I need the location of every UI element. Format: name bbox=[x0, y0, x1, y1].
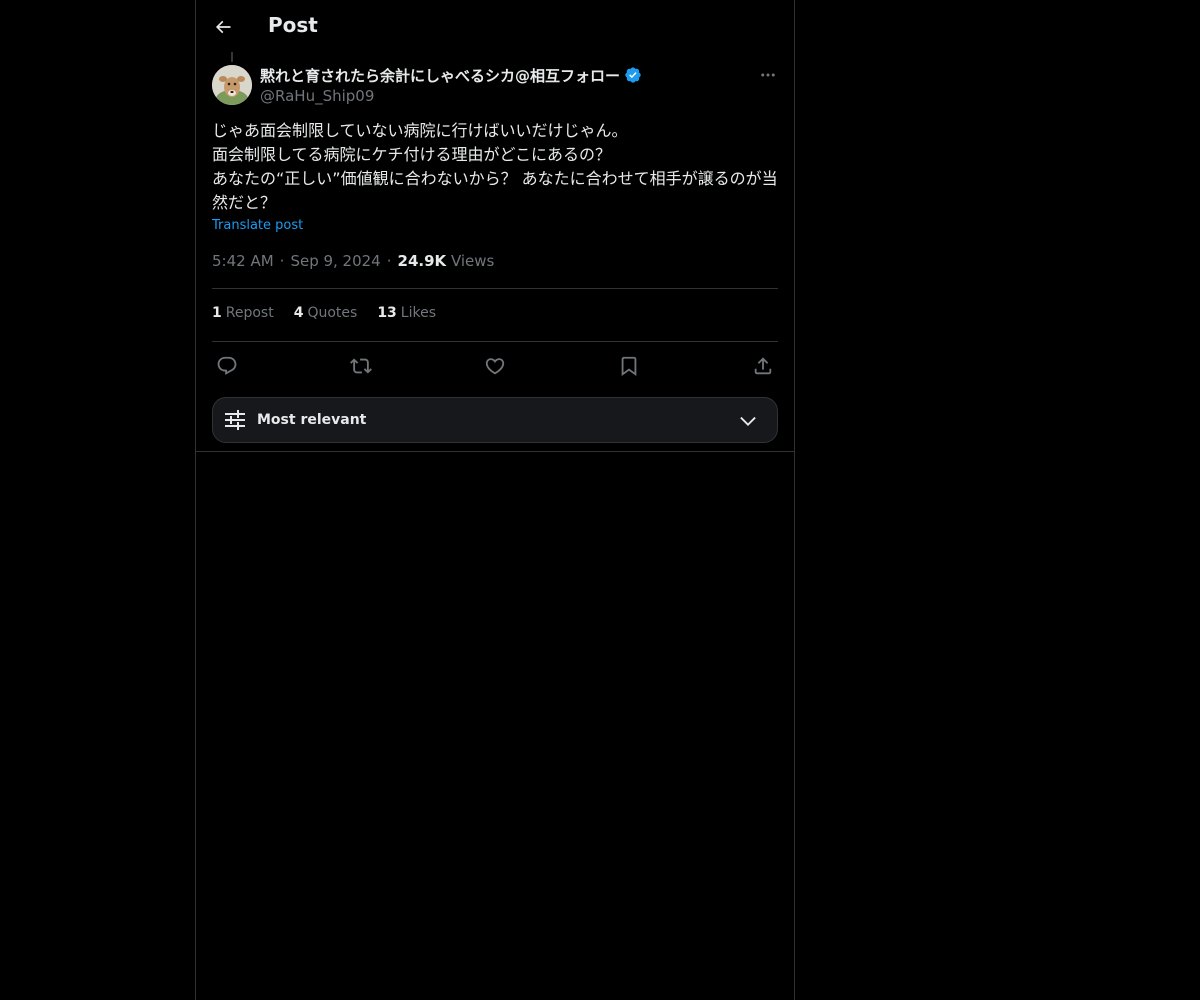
separator: · bbox=[386, 252, 392, 270]
quotes-count: 4 bbox=[293, 305, 304, 321]
likes-stat[interactable]: 13 Likes bbox=[377, 305, 436, 321]
author-info: 黙れと育されたら余計にしゃべるシカ@相互フォロー @RaHu_Ship09 bbox=[260, 64, 730, 106]
reply-button[interactable] bbox=[212, 352, 242, 380]
reposts-label: Repost bbox=[225, 305, 274, 321]
reply-icon bbox=[217, 356, 237, 375]
likes-label: Likes bbox=[400, 305, 437, 321]
views-count: 24.9K bbox=[397, 252, 447, 270]
reposts-count: 1 bbox=[212, 305, 222, 321]
more-horizontal-icon bbox=[761, 73, 775, 77]
divider bbox=[196, 451, 794, 452]
quotes-stat[interactable]: 4 Quotes bbox=[294, 305, 358, 321]
verified-badge-icon[interactable] bbox=[624, 66, 642, 84]
sort-label: Most relevant bbox=[257, 412, 367, 428]
avatar[interactable] bbox=[212, 65, 252, 105]
post-text: じゃあ面会制限していない病院に行けばいいだけじゃん。 面会制限してる病院にケチ付… bbox=[212, 121, 778, 212]
like-icon bbox=[485, 358, 505, 375]
post-time[interactable]: 5:42 AM bbox=[212, 252, 274, 270]
translate-post-link[interactable]: Translate post bbox=[212, 218, 303, 233]
chevron-down-icon bbox=[737, 410, 759, 432]
post-metadata: 5:42 AM · Sep 9, 2024 · 24.9K Views bbox=[212, 252, 494, 270]
share-icon bbox=[754, 357, 772, 375]
arrow-left-icon bbox=[215, 20, 231, 34]
action-bar bbox=[212, 352, 778, 380]
engagement-stats: 1 Repost 4 Quotes 13 Likes bbox=[212, 305, 456, 321]
bookmark-icon bbox=[621, 356, 637, 377]
bookmark-button[interactable] bbox=[614, 352, 644, 380]
reply-sort-dropdown[interactable]: Most relevant bbox=[212, 397, 778, 443]
sliders-icon bbox=[223, 408, 247, 432]
views-label: Views bbox=[450, 252, 495, 270]
repost-button[interactable] bbox=[346, 352, 376, 380]
post-column: Post 黙れと育されたら余計にしゃべるシカ@相互フォロー @RaHu_Ship… bbox=[195, 0, 795, 1000]
page-title: Post bbox=[268, 13, 318, 37]
header: Post bbox=[196, 0, 794, 53]
display-name-row: 黙れと育されたら余計にしゃべるシカ@相互フォロー bbox=[260, 64, 730, 86]
more-options-button[interactable] bbox=[754, 65, 782, 85]
thread-connector bbox=[231, 52, 233, 62]
likes-count: 13 bbox=[377, 305, 397, 321]
reposts-stat[interactable]: 1 Repost bbox=[212, 305, 274, 321]
like-button[interactable] bbox=[480, 352, 510, 380]
display-name[interactable]: 黙れと育されたら余計にしゃべるシカ@相互フォロー bbox=[260, 65, 620, 86]
quotes-label: Quotes bbox=[307, 305, 358, 321]
repost-icon bbox=[350, 358, 372, 374]
back-button[interactable] bbox=[208, 12, 238, 42]
post-date[interactable]: Sep 9, 2024 bbox=[290, 252, 380, 270]
share-button[interactable] bbox=[748, 352, 778, 380]
separator: · bbox=[279, 252, 285, 270]
user-handle[interactable]: @RaHu_Ship09 bbox=[260, 86, 730, 106]
divider bbox=[212, 341, 778, 342]
deer-avatar-icon bbox=[212, 65, 252, 105]
divider bbox=[212, 288, 778, 289]
